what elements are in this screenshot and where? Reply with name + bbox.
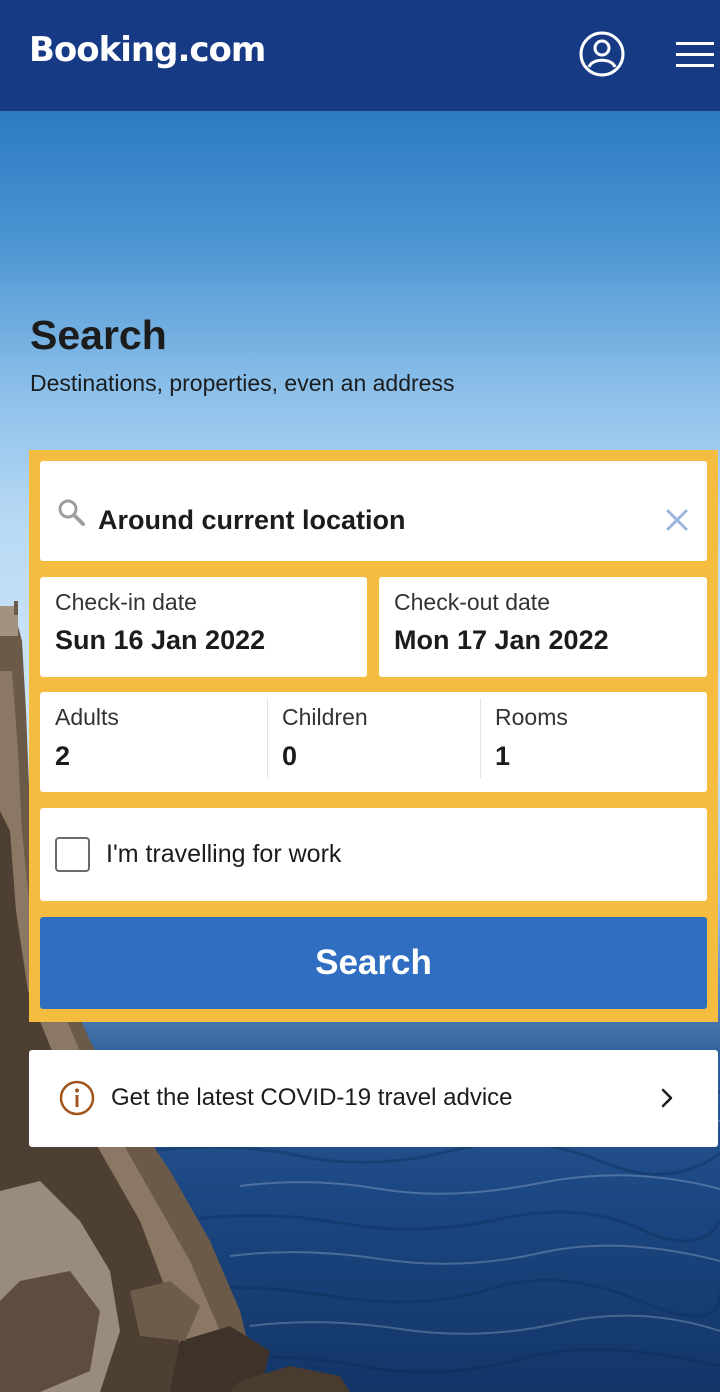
booking-logo[interactable]: Booking.com (29, 30, 266, 70)
covid-advice-banner[interactable]: Get the latest COVID-19 travel advice (29, 1050, 718, 1147)
check-out-date-field[interactable]: Check-out date Mon 17 Jan 2022 (379, 577, 707, 677)
search-subtitle: Destinations, properties, even an addres… (30, 370, 455, 396)
destination-value: Around current location (98, 505, 406, 535)
adults-label: Adults (55, 704, 119, 730)
check-in-value: Sun 16 Jan 2022 (55, 625, 266, 655)
children-label: Children (282, 704, 368, 730)
search-icon (56, 497, 86, 527)
covid-advice-text: Get the latest COVID-19 travel advice (111, 1084, 513, 1111)
top-header: Booking.com (0, 0, 720, 111)
guests-selector: Adults 2 Children 0 Rooms 1 (40, 692, 707, 792)
rooms-label: Rooms (495, 704, 568, 730)
work-travel-checkbox[interactable] (55, 837, 90, 872)
children-value: 0 (282, 741, 298, 771)
rooms-value: 1 (495, 741, 511, 771)
adults-field[interactable]: Adults 2 (40, 692, 267, 792)
work-travel-label[interactable]: I'm travelling for work (106, 840, 341, 869)
destination-input[interactable]: Around current location (40, 461, 707, 561)
search-button[interactable]: Search (40, 917, 707, 1009)
check-out-label: Check-out date (394, 589, 550, 615)
chevron-right-icon (657, 1087, 677, 1109)
account-icon[interactable] (578, 30, 626, 78)
check-out-value: Mon 17 Jan 2022 (394, 625, 609, 655)
work-travel-option: I'm travelling for work (40, 808, 707, 901)
search-title: Search (30, 312, 167, 358)
adults-value: 2 (55, 741, 71, 771)
rooms-field[interactable]: Rooms 1 (480, 692, 707, 792)
search-form: Around current location Check-in date Su… (29, 450, 718, 1022)
hamburger-menu-icon[interactable] (674, 36, 716, 72)
info-icon (59, 1080, 95, 1116)
children-field[interactable]: Children 0 (267, 692, 480, 792)
close-icon[interactable] (662, 505, 692, 535)
check-in-label: Check-in date (55, 589, 197, 615)
check-in-date-field[interactable]: Check-in date Sun 16 Jan 2022 (40, 577, 367, 677)
